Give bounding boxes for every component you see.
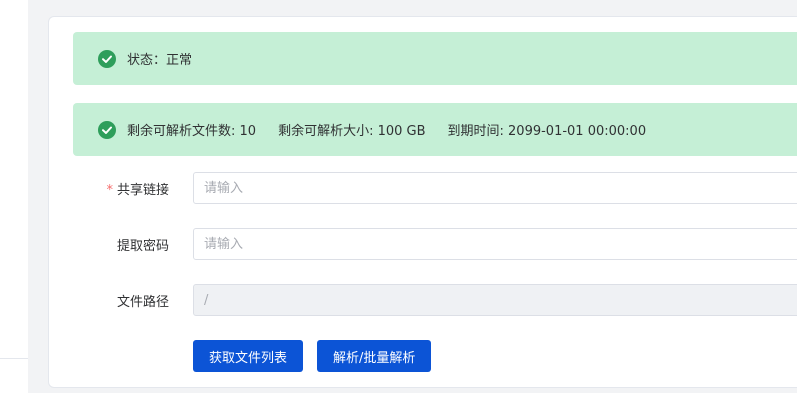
share-link-row: * 共享链接 [73, 172, 797, 204]
check-circle-icon [97, 120, 117, 140]
required-mark: * [106, 182, 113, 198]
share-link-label-wrap: * 共享链接 [73, 179, 193, 198]
quota-alert: 剩余可解析文件数: 10 剩余可解析大小: 100 GB 到期时间: 2099-… [73, 103, 797, 156]
status-value: 正常 [166, 53, 193, 68]
extract-code-input[interactable] [193, 228, 797, 260]
status-alert: 状态： 正常 [73, 32, 797, 85]
file-path-input [193, 284, 797, 316]
file-path-label: 文件路径 [116, 294, 169, 310]
left-panel [0, 0, 28, 393]
expiry-text: 到期时间: 2099-01-01 00:00:00 [447, 124, 647, 139]
check-circle-icon [97, 49, 117, 69]
file-path-row: 文件路径 [73, 284, 797, 316]
share-link-label: 共享链接 [116, 182, 169, 198]
status-label: 状态： [127, 53, 167, 68]
left-divider [0, 358, 28, 359]
extract-code-row: 提取密码 [73, 228, 797, 260]
parse-batch-button[interactable]: 解析/批量解析 [317, 340, 432, 372]
share-link-input[interactable] [193, 172, 797, 204]
get-file-list-button[interactable]: 获取文件列表 [193, 340, 304, 372]
extract-code-label: 提取密码 [116, 238, 169, 254]
remaining-files-text: 剩余可解析文件数: 10 [127, 124, 257, 139]
remaining-size-text: 剩余可解析大小: 100 GB [278, 124, 426, 139]
